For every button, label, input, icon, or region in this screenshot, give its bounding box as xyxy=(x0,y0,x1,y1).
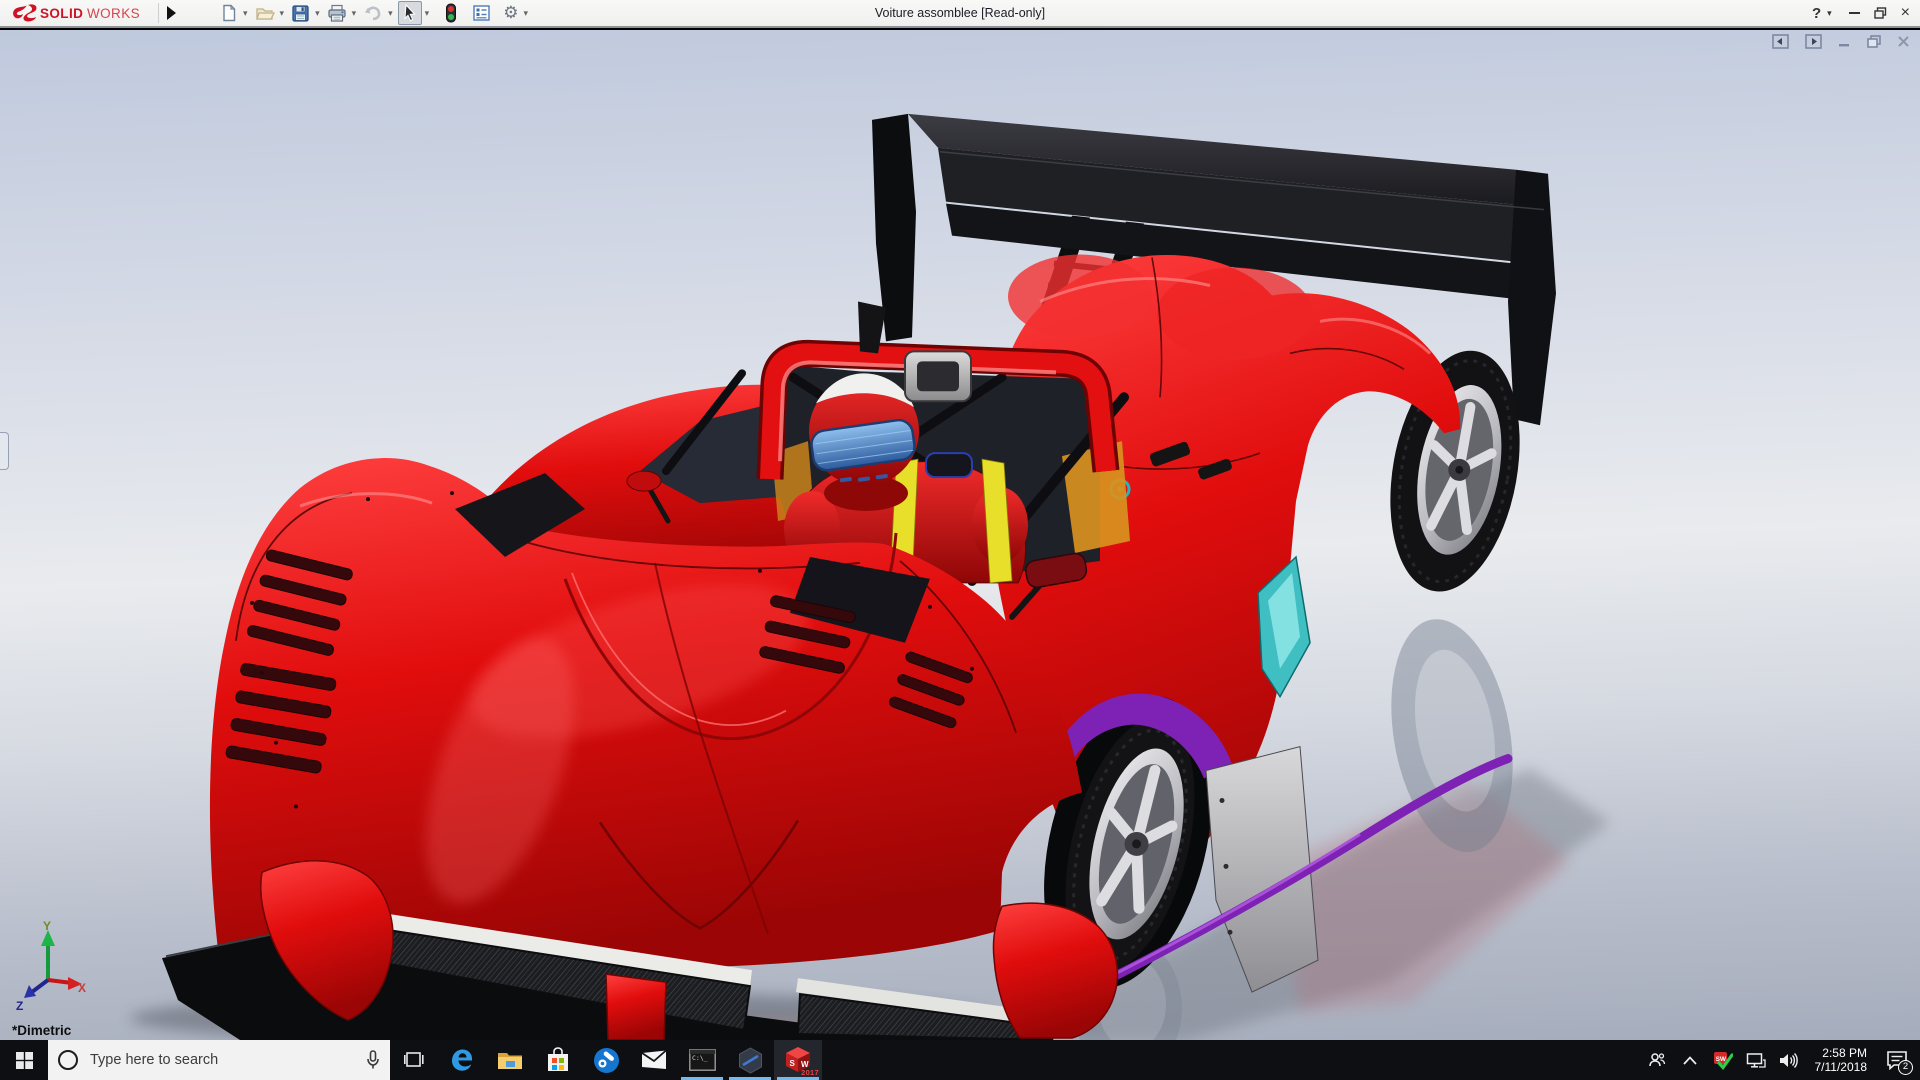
volume-button[interactable] xyxy=(1776,1052,1802,1069)
triad-y-label: Y xyxy=(43,920,51,933)
select-cursor-icon xyxy=(401,4,419,22)
search-placeholder: Type here to search xyxy=(90,1052,366,1068)
close-button[interactable]: × xyxy=(1901,4,1910,22)
notification-count-badge: 2 xyxy=(1898,1060,1913,1075)
brand-solid: SOLID xyxy=(40,6,83,21)
settings-button[interactable]: ⚙ xyxy=(501,1,520,25)
graphics-viewport[interactable]: Y X Z *Dimetric xyxy=(0,30,1920,1040)
help-button[interactable]: ? xyxy=(1812,5,1821,22)
file-explorer-icon xyxy=(497,1049,523,1071)
clock[interactable]: 2:58 PM 7/11/2018 xyxy=(1809,1046,1874,1074)
triad-z-label: Z xyxy=(16,999,23,1012)
save-button[interactable] xyxy=(289,1,312,25)
steering-wheel-top xyxy=(926,453,972,477)
undo-button[interactable] xyxy=(361,1,385,25)
taskbar-app-command-prompt[interactable]: C:\_ xyxy=(678,1040,726,1080)
windows-taskbar: Type here to search xyxy=(0,1040,1920,1080)
taskbar-app-settings-tool[interactable] xyxy=(582,1040,630,1080)
save-dropdown[interactable]: ▾ xyxy=(315,1,320,25)
options-list-icon xyxy=(472,4,491,22)
open-icon xyxy=(255,4,275,22)
store-icon xyxy=(546,1047,570,1073)
taskbar-app-edge[interactable] xyxy=(438,1040,486,1080)
action-center-button[interactable]: 2 xyxy=(1880,1040,1914,1080)
microphone-icon[interactable] xyxy=(366,1050,380,1070)
document-window-controls xyxy=(1772,34,1910,49)
command-prompt-icon: C:\_ xyxy=(689,1049,716,1071)
new-document-button[interactable] xyxy=(218,1,240,25)
cortana-icon xyxy=(58,1050,78,1070)
nose-center-post xyxy=(606,974,666,1040)
taskbar-app-mail[interactable] xyxy=(630,1040,678,1080)
select-button[interactable] xyxy=(398,1,422,25)
help-dropdown[interactable]: ▾ xyxy=(1827,1,1832,25)
toolbar-flyout-arrow[interactable] xyxy=(167,6,176,20)
print-button[interactable] xyxy=(325,1,349,25)
doc-restore-button[interactable] xyxy=(1867,35,1881,48)
doc-minimize-button[interactable] xyxy=(1838,35,1851,48)
triad-x-label: X xyxy=(78,981,86,995)
save-icon xyxy=(291,4,310,23)
restore-icon xyxy=(1874,7,1887,19)
open-dropdown[interactable]: ▾ xyxy=(280,1,285,25)
cmd-glyph: C:\_ xyxy=(692,1054,708,1062)
sw-year-label: 2017 xyxy=(801,1068,819,1077)
people-icon xyxy=(1648,1051,1666,1069)
doc-close-button[interactable] xyxy=(1897,35,1910,48)
windows-logo-icon xyxy=(16,1052,33,1069)
options-list-button[interactable] xyxy=(470,1,493,25)
taskbar-app-solidworks-2017[interactable]: S W 2017 xyxy=(774,1040,822,1080)
sw-check-icon: SW xyxy=(1713,1051,1733,1070)
tray-time: 2:58 PM xyxy=(1815,1046,1868,1060)
task-view-button[interactable] xyxy=(390,1040,438,1080)
restore-button[interactable] xyxy=(1874,7,1887,19)
mail-icon xyxy=(641,1050,667,1070)
system-tray: SW 2:58 PM 7/11/2018 xyxy=(1644,1040,1920,1080)
new-document-dropdown[interactable]: ▾ xyxy=(243,1,248,25)
toolbar-separator xyxy=(158,3,159,23)
undo-icon xyxy=(363,4,383,22)
edge-icon xyxy=(449,1047,475,1073)
feature-manager-collapsed-tab[interactable] xyxy=(0,432,9,470)
taskbar-app-dev-hexagon[interactable] xyxy=(726,1040,774,1080)
people-button[interactable] xyxy=(1644,1051,1670,1069)
speaker-icon xyxy=(1779,1052,1799,1069)
print-dropdown[interactable]: ▾ xyxy=(352,1,357,25)
taskbar-search-input[interactable]: Type here to search xyxy=(48,1040,390,1080)
car-model-3d-view xyxy=(0,30,1920,1040)
network-icon xyxy=(1746,1052,1766,1069)
start-button[interactable] xyxy=(0,1040,48,1080)
settings-dropdown[interactable]: ▾ xyxy=(523,1,528,25)
sw-letter-s: S xyxy=(790,1059,796,1068)
pane-previous-button[interactable] xyxy=(1772,34,1789,49)
undo-dropdown[interactable]: ▾ xyxy=(388,1,393,25)
taskbar-app-store[interactable] xyxy=(534,1040,582,1080)
pane-next-button[interactable] xyxy=(1805,34,1822,49)
rebuild-button[interactable] xyxy=(442,1,460,25)
select-dropdown[interactable]: ▾ xyxy=(425,1,430,25)
hexagon-app-icon xyxy=(737,1047,764,1074)
title-bar: SOLID WORKS ▾ ▾ xyxy=(0,0,1920,28)
tray-date: 7/11/2018 xyxy=(1815,1060,1868,1074)
solidworks-tray-status[interactable]: SW xyxy=(1710,1051,1736,1070)
rebuild-traffic-light-icon xyxy=(444,3,458,23)
new-document-icon xyxy=(220,4,238,22)
main-toolbar: ▾ ▾ ▾ xyxy=(218,1,531,25)
network-button[interactable] xyxy=(1743,1052,1769,1069)
view-orientation-label: *Dimetric xyxy=(12,1023,71,1038)
solidworks-logo: SOLID WORKS xyxy=(8,2,156,24)
task-view-icon xyxy=(404,1051,424,1069)
wrench-circle-icon xyxy=(593,1047,620,1074)
window-controls: ? ▾ × xyxy=(1812,0,1910,26)
brand-works: WORKS xyxy=(87,6,140,21)
print-icon xyxy=(327,4,347,23)
show-hidden-icons-button[interactable] xyxy=(1677,1056,1703,1065)
minimize-button[interactable] xyxy=(1849,12,1860,14)
taskbar-app-file-explorer[interactable] xyxy=(486,1040,534,1080)
chevron-up-icon xyxy=(1683,1056,1697,1065)
open-button[interactable] xyxy=(253,1,277,25)
orientation-triad: Y X Z xyxy=(12,920,88,1012)
gear-icon: ⚙ xyxy=(503,3,518,23)
